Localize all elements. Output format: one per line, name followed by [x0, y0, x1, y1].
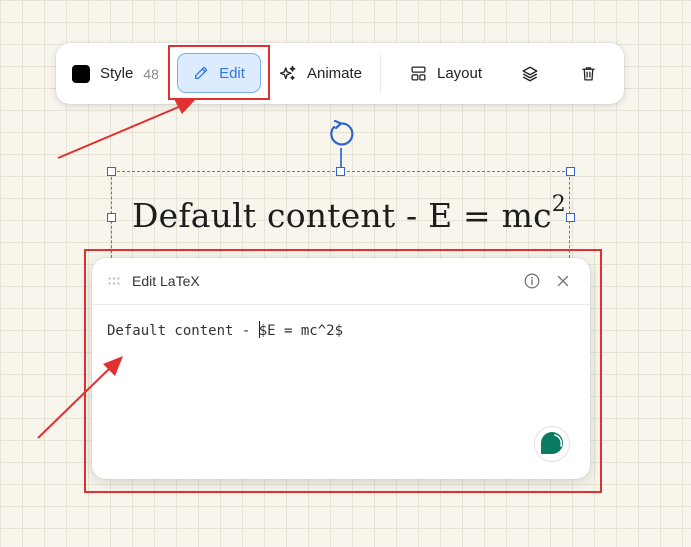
annotation-arrows [37, 99, 196, 439]
arrow-to-latex-source [37, 356, 123, 439]
arrow-to-edit-button [57, 99, 196, 159]
